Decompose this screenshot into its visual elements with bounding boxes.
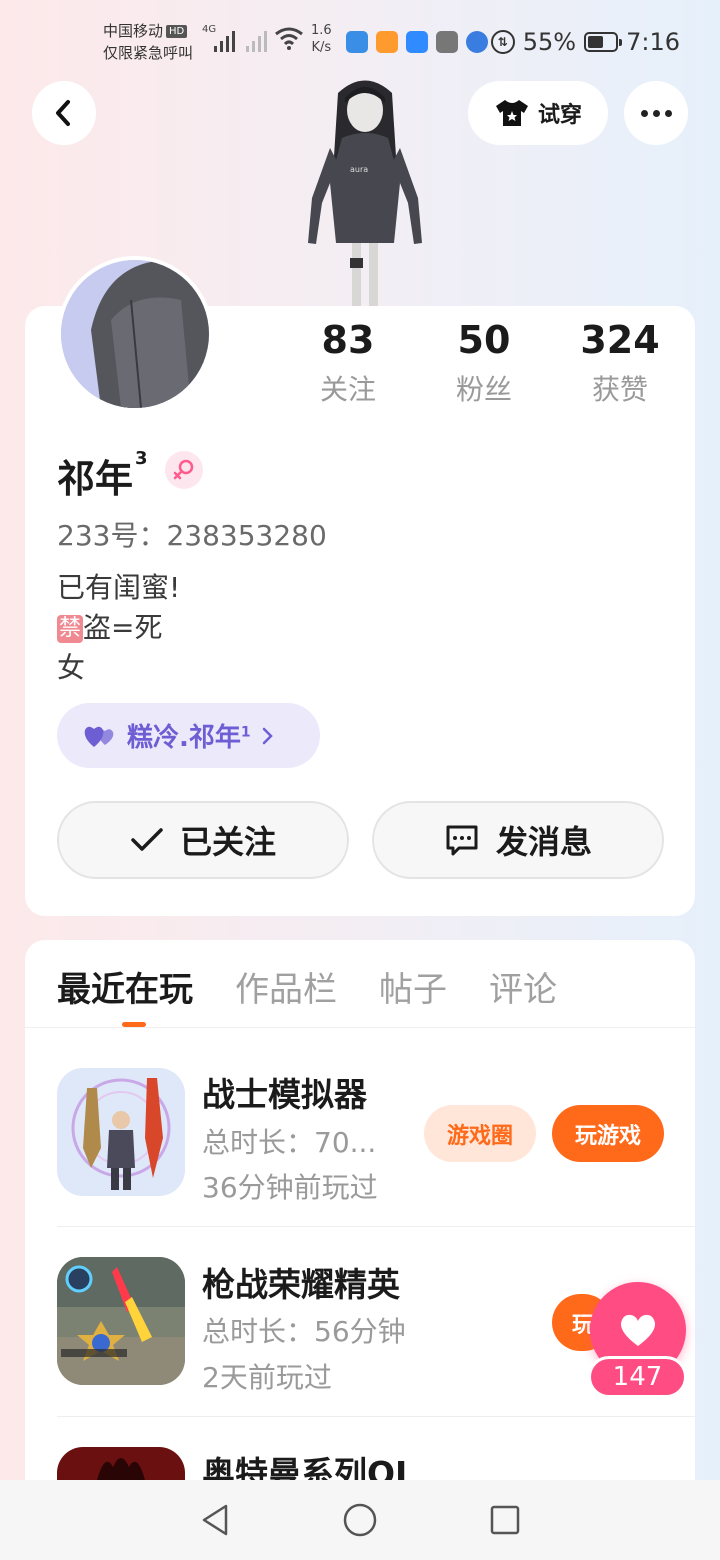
list-divider bbox=[57, 1416, 695, 1417]
nav-recents-icon[interactable] bbox=[488, 1503, 522, 1537]
battery-icon bbox=[584, 32, 623, 52]
bestie-name: 糕冷.祁年 bbox=[127, 723, 241, 753]
stat-likes[interactable]: 324 获赞 bbox=[560, 318, 680, 408]
game-icon-gun-glory-elite[interactable] bbox=[57, 1257, 185, 1385]
game-icon-ultraman-ol[interactable] bbox=[57, 1447, 185, 1480]
game-last-played: 36分钟前玩过 bbox=[202, 1171, 378, 1204]
nav-home-icon[interactable] bbox=[342, 1502, 378, 1538]
try-on-label: 试穿 bbox=[537, 103, 582, 128]
system-nav-bar bbox=[0, 1480, 720, 1560]
profile-tabs: 最近在玩 作品栏 帖子 评论 bbox=[57, 962, 557, 1011]
send-message-label: 发消息 bbox=[495, 823, 592, 861]
stat-following[interactable]: 83 关注 bbox=[288, 318, 408, 408]
tab-recently-played[interactable]: 最近在玩 bbox=[57, 962, 193, 1011]
play-game-button[interactable]: 玩游戏 bbox=[552, 1105, 664, 1162]
send-message-button[interactable]: 发消息 bbox=[372, 801, 664, 879]
game-duration: 总时长：56分钟 bbox=[202, 1315, 406, 1348]
avatar-character-image: aura bbox=[308, 80, 422, 308]
like-count: 147 bbox=[588, 1356, 687, 1398]
game-duration: 总时长：70... bbox=[202, 1126, 377, 1159]
status-bar: 中国移动 HD 仅限紧急呼叫 4G 1.6 K/s ⇅ 55% 7:16 bbox=[0, 0, 720, 70]
chevron-right-icon bbox=[262, 727, 273, 744]
game-circle-button[interactable]: 游戏圈 bbox=[424, 1105, 536, 1162]
double-heart-icon bbox=[84, 726, 114, 747]
username: 祁年 3 bbox=[57, 448, 148, 501]
list-divider bbox=[57, 1226, 695, 1227]
followed-label: 已关注 bbox=[179, 823, 276, 861]
huawei-icon bbox=[436, 31, 458, 53]
tshirt-icon bbox=[495, 100, 528, 126]
bio: 已有闺蜜! 禁盗=死 女 bbox=[57, 571, 181, 684]
signal-icon bbox=[214, 26, 235, 52]
game-name[interactable]: 战士模拟器 bbox=[202, 1068, 367, 1116]
video-app-icon bbox=[376, 31, 398, 53]
wifi-icon bbox=[275, 27, 303, 50]
nav-back-icon[interactable] bbox=[198, 1502, 232, 1538]
try-on-button[interactable]: 试穿 bbox=[468, 81, 608, 145]
heart-icon bbox=[620, 1314, 656, 1346]
user-id: 233号：238353280 bbox=[57, 519, 327, 552]
profile-avatar[interactable] bbox=[57, 256, 213, 412]
game-name[interactable]: 奥特曼系列OL bbox=[202, 1447, 416, 1480]
browser-icon bbox=[466, 31, 488, 53]
back-button[interactable] bbox=[32, 81, 96, 145]
chat-bubble-icon bbox=[446, 825, 478, 856]
check-icon bbox=[131, 828, 163, 851]
female-icon bbox=[165, 451, 203, 489]
network-speed: 1.6 K/s bbox=[311, 23, 332, 55]
clock: 7:16 bbox=[626, 28, 680, 56]
app-notification-icon bbox=[406, 31, 428, 53]
tab-posts[interactable]: 帖子 bbox=[379, 962, 447, 1011]
signal-empty-icon bbox=[246, 26, 267, 52]
tab-works[interactable]: 作品栏 bbox=[235, 962, 337, 1011]
more-options-button[interactable] bbox=[624, 81, 688, 145]
emergency-only-text: 仅限紧急呼叫 bbox=[103, 44, 194, 62]
status-right: ⇅ 55% 7:16 bbox=[490, 28, 680, 56]
avatar-image bbox=[61, 260, 209, 408]
data-sync-icon: ⇅ bbox=[490, 30, 515, 54]
game-name[interactable]: 枪战荣耀精英 bbox=[202, 1258, 400, 1306]
carrier-name: 中国移动 bbox=[103, 22, 164, 40]
battery-percent: 55% bbox=[522, 28, 577, 56]
hd-badge: HD bbox=[166, 25, 188, 38]
ban-badge: 禁 bbox=[57, 615, 84, 643]
followed-button[interactable]: 已关注 bbox=[57, 801, 349, 879]
bestie-link[interactable]: 糕冷.祁年1 bbox=[57, 703, 320, 768]
stat-followers[interactable]: 50 粉丝 bbox=[424, 318, 544, 408]
svg-text:aura: aura bbox=[350, 165, 368, 174]
more-icon bbox=[640, 109, 672, 117]
tab-comments[interactable]: 评论 bbox=[489, 962, 557, 1011]
notification-icons bbox=[346, 31, 488, 53]
tabs-divider bbox=[25, 1027, 695, 1028]
chevron-left-icon bbox=[56, 100, 70, 126]
carrier-info: 中国移动 HD 仅限紧急呼叫 bbox=[103, 20, 193, 64]
game-icon-warrior-simulator[interactable] bbox=[57, 1068, 185, 1196]
game-last-played: 2天前玩过 bbox=[202, 1361, 332, 1394]
app-notification-icon bbox=[346, 31, 368, 53]
